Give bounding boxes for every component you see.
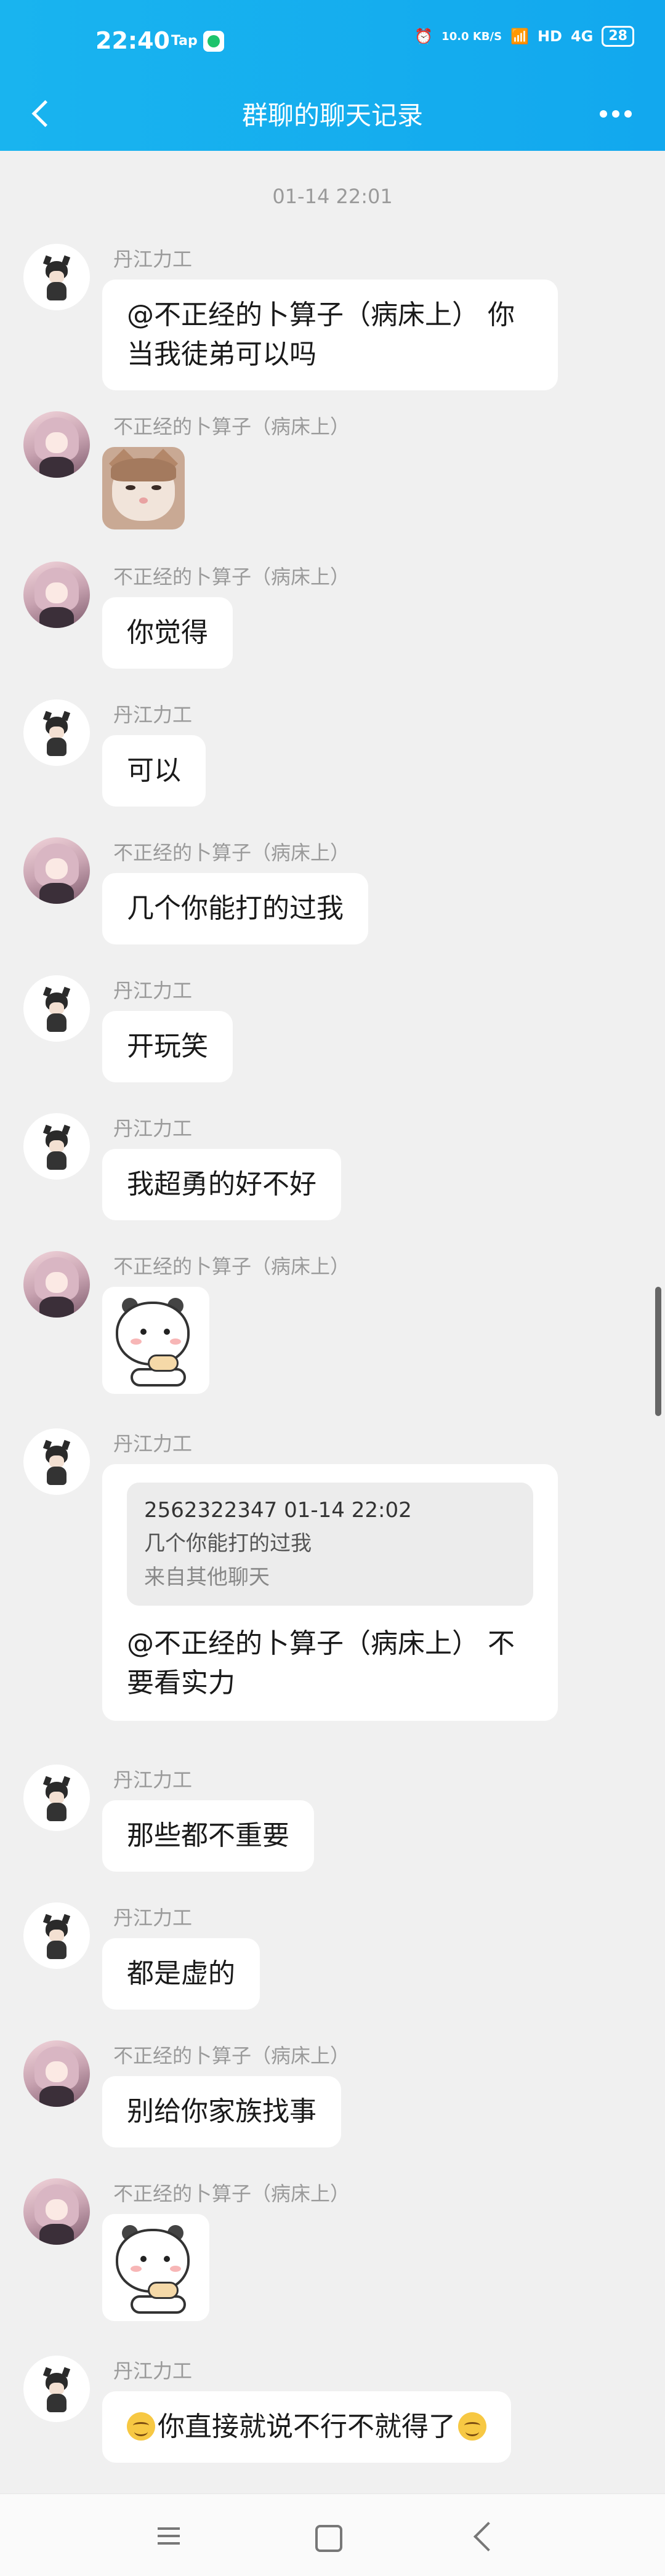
mochi-cat-sticker[interactable]	[102, 1287, 209, 1394]
message-bubble[interactable]: 你直接就说不行不就得了	[102, 2391, 511, 2463]
message-bubble[interactable]: 别给你家族找事	[102, 2076, 341, 2147]
quote-message-bubble[interactable]: 2562322347 01-14 22:02 几个你能打的过我 来自其他聊天 @…	[102, 1464, 558, 1721]
dot-icon	[612, 110, 619, 118]
avatar[interactable]	[23, 1251, 90, 1318]
more-options-button[interactable]	[591, 99, 640, 129]
avatar[interactable]	[23, 699, 90, 766]
signal-label: 4G	[570, 28, 594, 45]
sender-name: 丹江力工	[113, 2359, 193, 2383]
battery-indicator: 28	[602, 26, 634, 47]
avatar[interactable]	[23, 1765, 90, 1831]
avatar[interactable]	[23, 1428, 90, 1495]
back-nav-button[interactable]	[469, 2518, 506, 2554]
message-bubble[interactable]: 开玩笑	[102, 1011, 233, 1082]
quoted-message[interactable]: 2562322347 01-14 22:02 几个你能打的过我 来自其他聊天	[127, 1483, 533, 1606]
cat-sticker[interactable]	[102, 447, 185, 529]
status-icons: ⏰ 10.0 KB/S 📶 HD 4G 28	[414, 26, 634, 47]
avatar[interactable]	[23, 561, 90, 628]
home-button[interactable]	[308, 2518, 345, 2554]
status-bar: 22:40 Tap ⏰ 10.0 KB/S 📶 HD 4G 28	[0, 0, 665, 80]
chat-header: 群聊的聊天记录	[0, 80, 665, 151]
sender-name: 不正经的卜算子（病床上）	[113, 2044, 350, 2067]
avatar[interactable]	[23, 1902, 90, 1969]
sender-name: 不正经的卜算子（病床上）	[113, 2182, 350, 2205]
sender-name: 不正经的卜算子（病床上）	[113, 565, 350, 589]
quoted-source: 来自其他聊天	[144, 1564, 270, 1590]
dot-icon	[624, 110, 632, 118]
message-bubble[interactable]: 都是虚的	[102, 1938, 260, 2010]
sender-name: 不正经的卜算子（病床上）	[113, 415, 350, 438]
message-bubble[interactable]: 几个你能打的过我	[102, 873, 368, 944]
avatar[interactable]	[23, 837, 90, 904]
sender-name: 不正经的卜算子（病床上）	[113, 1255, 350, 1278]
avatar[interactable]	[23, 1113, 90, 1180]
recent-apps-button[interactable]	[150, 2518, 187, 2554]
tap-label: Tap	[171, 33, 198, 49]
page-title: 群聊的聊天记录	[241, 100, 423, 131]
system-nav-bar	[0, 2493, 665, 2576]
avatar[interactable]	[23, 2040, 90, 2107]
app-notification-icon	[203, 31, 224, 52]
sender-name: 丹江力工	[113, 1768, 193, 1792]
date-separator: 01-14 22:01	[272, 185, 393, 208]
scrollbar[interactable]	[655, 1287, 661, 1416]
sender-name: 丹江力工	[113, 703, 193, 727]
alarm-icon: ⏰	[414, 28, 433, 45]
message-bubble[interactable]: 可以	[102, 735, 206, 807]
net-speed: 10.0 KB/S	[441, 30, 502, 43]
status-time: 22:40	[95, 27, 170, 54]
quoted-meta: 2562322347 01-14 22:02	[144, 1498, 412, 1523]
sender-name: 丹江力工	[113, 1117, 193, 1140]
avatar[interactable]	[23, 975, 90, 1042]
sender-name: 不正经的卜算子（病床上）	[113, 841, 350, 864]
sender-name: 丹江力工	[113, 979, 193, 1002]
quoted-text: 几个你能打的过我	[144, 1531, 312, 1556]
message-bubble[interactable]: 我超勇的好不好	[102, 1149, 341, 1220]
avatar[interactable]	[23, 2356, 90, 2422]
avatar[interactable]	[23, 244, 90, 310]
sender-name: 丹江力工	[113, 1432, 193, 1455]
message-bubble[interactable]: 那些都不重要	[102, 1800, 314, 1872]
sender-name: 丹江力工	[113, 248, 193, 271]
message-text: 你直接就说不行不就得了	[158, 2411, 456, 2442]
message-bubble[interactable]: @不正经的卜算子（病床上） 你当我徒弟可以吗	[102, 280, 558, 390]
sender-name: 丹江力工	[113, 1906, 193, 1930]
hd-label: HD	[537, 28, 562, 45]
avatar[interactable]	[23, 2178, 90, 2245]
mochi-cat-sticker[interactable]	[102, 2214, 209, 2321]
smile-emoji-icon	[458, 2412, 486, 2441]
dot-icon	[600, 110, 607, 118]
smile-emoji-icon	[127, 2412, 155, 2441]
wifi-icon: 📶	[510, 28, 529, 45]
message-bubble[interactable]: 你觉得	[102, 597, 233, 669]
reply-text: @不正经的卜算子（病床上） 不要看实力	[127, 1627, 515, 1699]
avatar[interactable]	[23, 411, 90, 478]
